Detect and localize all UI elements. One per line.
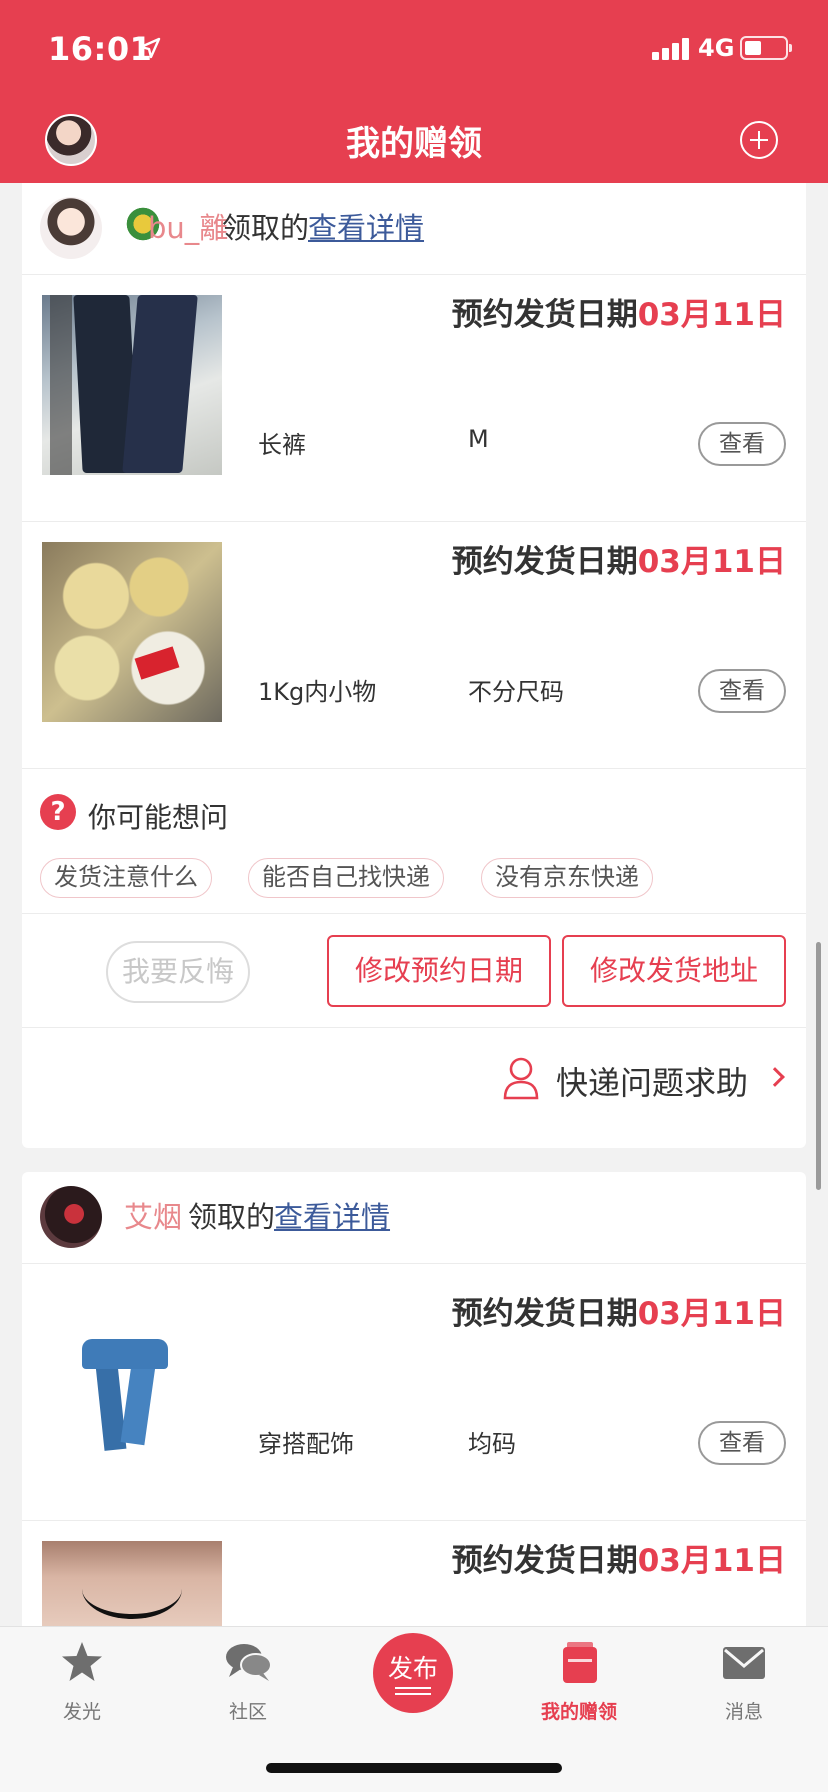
view-button[interactable]: 查看 bbox=[698, 422, 786, 466]
ship-date: 预约发货日期03月11日 bbox=[452, 1288, 786, 1333]
top-bar: 16:01 4G 我的赠领 bbox=[0, 0, 828, 183]
faq-section: ? 你可能想问 发货注意什么 能否自己找快递 没有京东快递 bbox=[22, 770, 806, 914]
item-thumbnail[interactable] bbox=[42, 542, 222, 722]
change-date-button[interactable]: 修改预约日期 bbox=[327, 935, 551, 1007]
tab-label: 消息 bbox=[724, 1701, 763, 1723]
claim-header: 艾烟 领取的 查看详情 bbox=[22, 1172, 806, 1264]
list-item[interactable]: 预约发货日期03月11日 穿搭配饰 均码 查看 bbox=[22, 1274, 806, 1521]
item-category: 1Kg内小物 bbox=[258, 678, 377, 706]
view-details-link[interactable]: 查看详情 bbox=[274, 1194, 390, 1236]
claimed-label: 领取的 bbox=[188, 1200, 276, 1234]
item-thumbnail[interactable] bbox=[42, 1294, 222, 1474]
claimed-label: 领取的 bbox=[222, 211, 310, 245]
item-size: 均码 bbox=[468, 1430, 516, 1458]
ship-date-value: 03月11日 bbox=[637, 297, 786, 333]
view-details-link[interactable]: 查看详情 bbox=[308, 205, 424, 247]
tab-label: 发光 bbox=[62, 1701, 101, 1723]
ship-date-label: 预约发货日期 bbox=[451, 1543, 638, 1579]
item-size: M bbox=[468, 425, 489, 453]
view-button[interactable]: 查看 bbox=[698, 1421, 786, 1465]
chat-icon bbox=[226, 1644, 272, 1681]
list-item[interactable]: 预约发货日期03月11日 1Kg内小物 不分尺码 查看 bbox=[22, 522, 806, 769]
item-category: 长裤 bbox=[258, 431, 306, 459]
item-category: 穿搭配饰 bbox=[258, 1430, 354, 1458]
ship-date: 预约发货日期03月11日 bbox=[452, 1535, 786, 1580]
change-address-button[interactable]: 修改发货地址 bbox=[562, 935, 786, 1007]
question-icon: ? bbox=[40, 794, 76, 830]
claimer-username[interactable]: 艾烟 bbox=[124, 1194, 182, 1236]
faq-chip[interactable]: 发货注意什么 bbox=[40, 858, 212, 898]
item-size: 不分尺码 bbox=[468, 678, 564, 706]
status-time: 16:01 bbox=[48, 30, 153, 68]
ship-date: 预约发货日期03月11日 bbox=[452, 536, 786, 581]
ship-date-label: 预约发货日期 bbox=[451, 297, 638, 333]
ship-date-value: 03月11日 bbox=[637, 1296, 786, 1332]
person-icon bbox=[503, 1057, 539, 1100]
ship-date-label: 预约发货日期 bbox=[451, 1296, 638, 1332]
faq-title: 你可能想问 bbox=[88, 801, 229, 834]
network-type: 4G bbox=[698, 34, 735, 62]
faq-chip[interactable]: 没有京东快递 bbox=[481, 858, 653, 898]
shipping-help-row[interactable]: 快递问题求助 bbox=[22, 1028, 806, 1128]
publish-label: 发布 bbox=[387, 1654, 438, 1683]
view-button[interactable]: 查看 bbox=[698, 669, 786, 713]
status-bar: 16:01 4G bbox=[0, 0, 828, 100]
ship-date: 预约发货日期03月11日 bbox=[452, 289, 786, 334]
tab-messages[interactable]: 消息 bbox=[684, 1639, 804, 1724]
battery-icon bbox=[740, 36, 792, 60]
regret-button[interactable]: 我要反悔 bbox=[106, 941, 250, 1003]
tab-label: 我的赠领 bbox=[540, 1701, 617, 1723]
ship-date-value: 03月11日 bbox=[637, 544, 786, 580]
tab-my-gifts[interactable]: 我的赠领 bbox=[519, 1639, 639, 1724]
claim-card: 艾烟 领取的 查看详情 预约发货日期03月11日 穿搭配饰 均码 查看 预约发货… bbox=[22, 1172, 806, 1642]
user-avatar[interactable] bbox=[40, 197, 102, 259]
home-indicator bbox=[266, 1763, 562, 1773]
page-title: 我的赠领 bbox=[346, 124, 482, 164]
publish-button[interactable]: 发布 bbox=[373, 1633, 453, 1713]
faq-chip[interactable]: 能否自己找快递 bbox=[248, 858, 444, 898]
claimer-username[interactable]: bu_離 bbox=[148, 205, 228, 247]
gift-book-icon bbox=[563, 1642, 597, 1683]
tab-glow[interactable]: 发光 bbox=[22, 1639, 142, 1724]
item-thumbnail[interactable] bbox=[42, 1541, 222, 1631]
user-avatar[interactable] bbox=[40, 1186, 102, 1248]
list-item[interactable]: 预约发货日期03月11日 bbox=[22, 1521, 806, 1642]
ship-date-value: 03月11日 bbox=[637, 1543, 786, 1579]
chevron-right-icon bbox=[765, 1067, 785, 1087]
item-thumbnail[interactable] bbox=[42, 295, 222, 475]
location-arrow-icon bbox=[139, 37, 161, 59]
signal-icon bbox=[652, 36, 692, 60]
scrollbar[interactable] bbox=[816, 942, 821, 1190]
add-icon[interactable] bbox=[740, 121, 778, 159]
claim-card: bu_離 领取的 查看详情 预约发货日期03月11日 长裤 M 查看 预约发货日… bbox=[22, 183, 806, 1148]
star-icon bbox=[62, 1642, 102, 1681]
action-bar: 我要反悔 修改预约日期 修改发货地址 bbox=[22, 914, 806, 1028]
ship-date-label: 预约发货日期 bbox=[451, 544, 638, 580]
list-item[interactable]: 预约发货日期03月11日 长裤 M 查看 bbox=[22, 275, 806, 522]
shipping-help-label: 快递问题求助 bbox=[556, 1064, 749, 1102]
tab-label: 社区 bbox=[228, 1701, 267, 1723]
tab-community[interactable]: 社区 bbox=[188, 1639, 308, 1724]
claim-header: bu_離 领取的 查看详情 bbox=[22, 183, 806, 275]
mail-icon bbox=[723, 1647, 765, 1679]
